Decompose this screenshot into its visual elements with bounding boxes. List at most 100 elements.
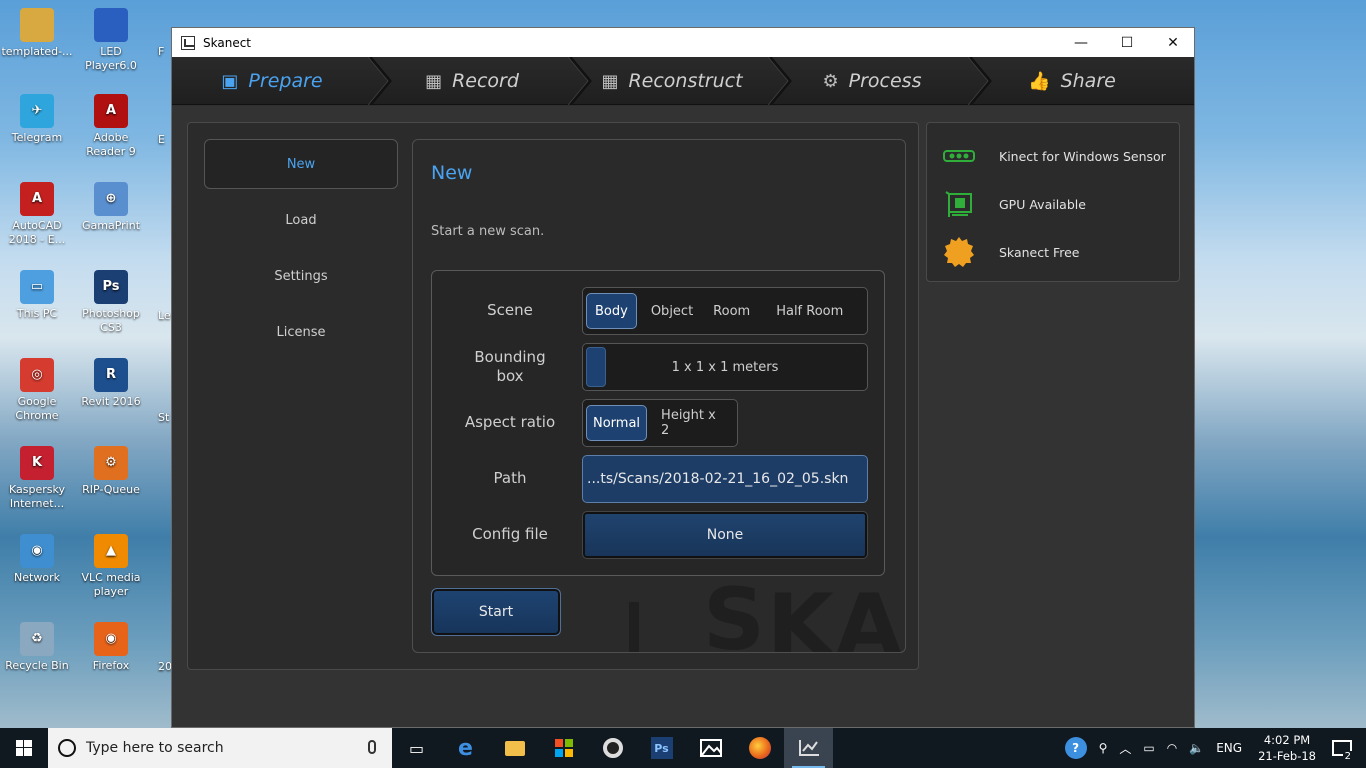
battery-icon[interactable]: ▭ (1143, 741, 1154, 755)
tab-separator (368, 57, 392, 105)
firefox-icon[interactable] (735, 728, 784, 768)
desktop-app-icon: Ps (94, 270, 128, 304)
maximize-button[interactable]: ☐ (1104, 28, 1150, 57)
aspect-option-height-x2[interactable]: Height x 2 (653, 405, 734, 441)
prepare-panel: New Load Settings License SKANECT New St… (187, 122, 919, 670)
desktop-icon[interactable]: templated-... (0, 8, 74, 59)
tab-separator (768, 57, 792, 105)
thumbs-up-icon: 👍 (1028, 70, 1051, 92)
notifications-icon[interactable]: 2 (1332, 740, 1353, 762)
edge-icon[interactable]: e (441, 728, 490, 768)
desktop-icon[interactable]: A AutoCAD 2018 - E... (0, 182, 74, 247)
desktop-icon-label-partial[interactable]: St (158, 411, 169, 424)
start-button[interactable]: Start (431, 588, 561, 636)
desktop-icon-label: Firefox (92, 659, 130, 672)
taskbar: Type here to search ▭ e Ps ? ⚲ ︿ ▭ ◠ 🔈 E… (0, 728, 1366, 768)
desktop-icon[interactable]: ◉ Firefox (74, 622, 148, 673)
form-description: Start a new scan. (431, 224, 545, 239)
desktop-icon-label-partial[interactable]: E (158, 133, 165, 146)
desktop-icon-label: Revit 2016 (81, 395, 141, 408)
desktop-icon[interactable]: ▭ This PC (0, 270, 74, 321)
nav-new[interactable]: New (204, 139, 398, 189)
scene-option-body[interactable]: Body (586, 293, 637, 329)
seal-icon (943, 237, 975, 267)
path-field[interactable]: ...ts/Scans/2018-02-21_16_02_05.skn (582, 455, 868, 503)
desktop-icon[interactable]: ⚙ RIP-Queue (74, 446, 148, 497)
bounding-box-slider[interactable]: 1 x 1 x 1 meters (582, 343, 868, 391)
nav-settings[interactable]: Settings (204, 251, 398, 301)
desktop-app-icon (94, 8, 128, 42)
desktop-icon-label: Google Chrome (15, 395, 59, 422)
new-scan-form: SKANECT New Start a new scan. Scene Body… (412, 139, 906, 653)
clock-date: 21-Feb-18 (1258, 749, 1316, 763)
desktop-icon[interactable]: ▲ VLC media player (74, 534, 148, 599)
desktop-icon[interactable]: R Revit 2016 (74, 358, 148, 409)
tab-label: Reconstruct (628, 70, 743, 92)
system-tray: ? ⚲ ︿ ▭ ◠ 🔈 ENG 4:02 PM 21-Feb-18 2 (1059, 728, 1366, 768)
desktop-app-icon: ◉ (20, 534, 54, 568)
desktop-app-icon: ✈ (20, 94, 54, 128)
start-button-windows[interactable] (0, 728, 48, 768)
wifi-icon[interactable]: ◠ (1167, 741, 1177, 755)
desktop-icon[interactable]: LED Player6.0 (74, 8, 148, 73)
desktop-app-icon: ♻ (20, 622, 54, 656)
tab-separator (568, 57, 592, 105)
aspect-option-normal[interactable]: Normal (586, 405, 648, 441)
desktop-icon-label-partial[interactable]: F (158, 45, 164, 58)
config-file-button[interactable]: None (582, 511, 868, 559)
prepare-icon: ▣ (221, 70, 239, 92)
photos-icon[interactable] (686, 728, 735, 768)
help-icon[interactable]: ? (1064, 737, 1087, 759)
desktop-icon[interactable]: A Adobe Reader 9 (74, 94, 148, 159)
scene-option-half-room[interactable]: Half Room (768, 293, 851, 329)
desktop-icon-label: Recycle Bin (5, 659, 69, 672)
tab-reconstruct[interactable]: ▦ Reconstruct (572, 57, 772, 105)
task-view-icon[interactable]: ▭ (392, 728, 441, 768)
skanect-taskbar-icon[interactable] (784, 728, 833, 768)
tab-record[interactable]: ▦ Record (372, 57, 572, 105)
desktop-icon[interactable]: ⊕ GamaPrint (74, 182, 148, 233)
file-explorer-icon[interactable] (490, 728, 539, 768)
desktop-icon[interactable]: K Kaspersky Internet... (0, 446, 74, 511)
people-icon[interactable]: ⚲ (1099, 741, 1108, 755)
taskbar-search[interactable]: Type here to search (48, 728, 392, 768)
store-icon[interactable] (539, 728, 588, 768)
nav-load[interactable]: Load (204, 195, 398, 245)
desktop-icon[interactable]: Ps Photoshop CS3 (74, 270, 148, 335)
camera-app-icon[interactable] (588, 728, 637, 768)
desktop-app-icon: K (20, 446, 54, 480)
desktop-icon-label: Adobe Reader 9 (86, 131, 136, 158)
aspect-ratio-label: Aspect ratio (464, 413, 556, 431)
volume-muted-icon[interactable]: 🔈 (1189, 741, 1204, 755)
tab-share[interactable]: 👍 Share (972, 57, 1172, 105)
desktop-icon-label: Kaspersky Internet... (9, 483, 65, 510)
microphone-icon[interactable] (368, 740, 376, 754)
desktop-icon-label-partial[interactable]: 20 (158, 660, 172, 673)
desktop-icon[interactable]: ✈ Telegram (0, 94, 74, 145)
nav-license[interactable]: License (204, 307, 398, 357)
scene-option-object[interactable]: Object (643, 293, 701, 329)
chevron-up-icon[interactable]: ︿ (1119, 740, 1131, 757)
status-label: Skanect Free (999, 244, 1080, 260)
desktop-icon[interactable]: ◎ Google Chrome (0, 358, 74, 423)
desktop-app-icon (20, 8, 54, 42)
tab-process[interactable]: ⚙ Process (772, 57, 972, 105)
gears-icon: ⚙ (822, 70, 839, 92)
desktop-icon-label: templated-... (1, 45, 73, 58)
title-bar[interactable]: Skanect — ☐ ✕ (172, 28, 1194, 57)
skanect-app-icon (181, 35, 195, 50)
scene-option-room[interactable]: Room (705, 293, 758, 329)
desktop-icon[interactable]: ◉ Network (0, 534, 74, 585)
desktop-icon[interactable]: ♻ Recycle Bin (0, 622, 74, 673)
clock[interactable]: 4:02 PM 21-Feb-18 (1258, 732, 1316, 764)
close-button[interactable]: ✕ (1150, 28, 1196, 57)
tab-prepare[interactable]: ▣ Prepare (172, 57, 372, 105)
minimize-button[interactable]: — (1058, 28, 1104, 57)
language-indicator[interactable]: ENG (1216, 741, 1242, 755)
tab-separator (968, 57, 992, 105)
gpu-icon (943, 189, 975, 219)
photoshop-icon[interactable]: Ps (637, 728, 686, 768)
tab-label: Share (1060, 70, 1116, 92)
desktop-app-icon: ⊕ (94, 182, 128, 216)
desktop-icon-label-partial[interactable]: Le (158, 309, 171, 322)
